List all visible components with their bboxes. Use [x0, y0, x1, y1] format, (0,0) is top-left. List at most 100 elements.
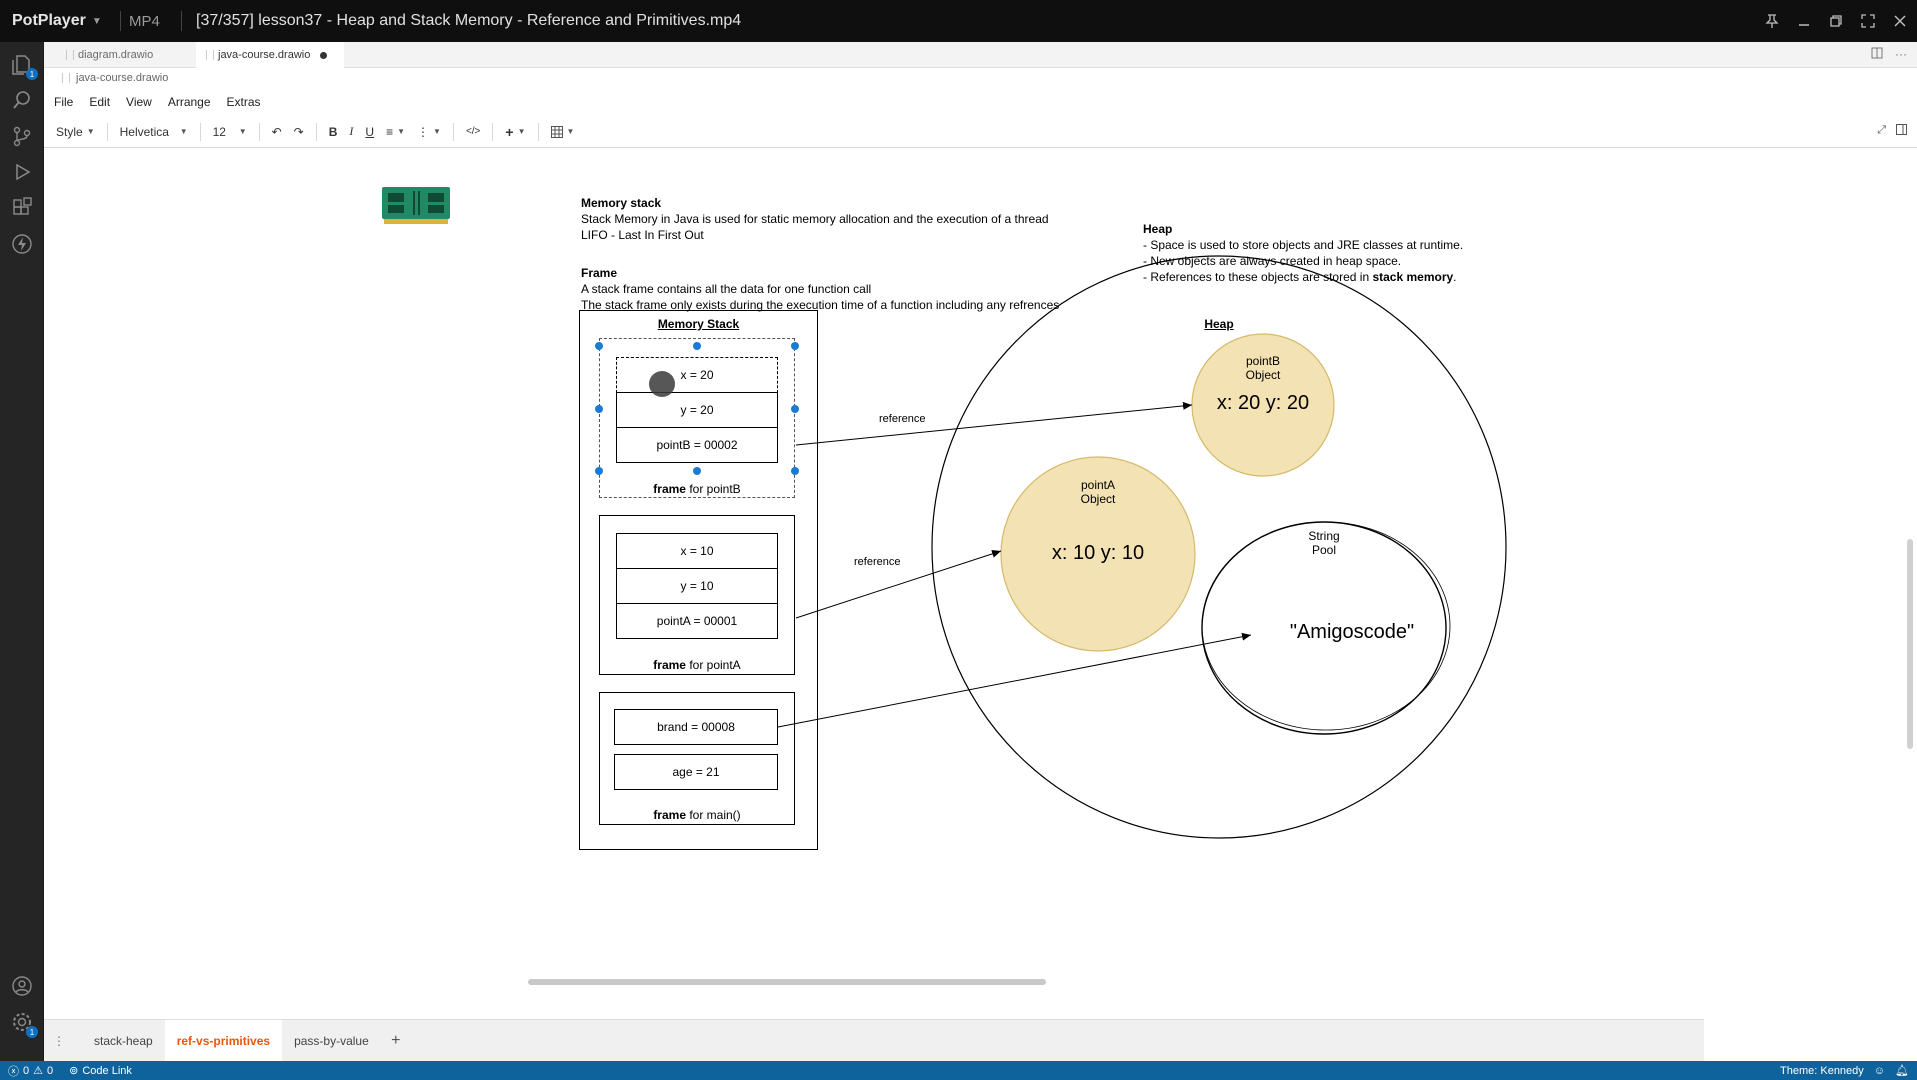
menu-extras[interactable]: Extras	[227, 95, 261, 109]
pointA-object-label: pointA Object	[1059, 478, 1137, 506]
font-size-dropdown[interactable]: 12 ▼	[207, 125, 253, 139]
object-label-line: Object	[1080, 492, 1116, 506]
lightning-icon[interactable]	[10, 232, 34, 256]
menu-arrange[interactable]: Arrange	[168, 95, 211, 109]
search-icon[interactable]	[10, 88, 34, 112]
fit-page-icon[interactable]: ⤢	[1877, 124, 1886, 138]
explorer-icon[interactable]: 1	[10, 52, 38, 80]
divider	[106, 122, 108, 141]
pages-menu-icon[interactable]: ⋮	[44, 1034, 74, 1048]
menu-edit[interactable]: Edit	[89, 95, 110, 109]
problems-indicator[interactable]: ⓧ 0 ⚠ 0	[0, 1063, 61, 1079]
horizontal-scrollbar[interactable]	[528, 979, 1046, 985]
source-control-icon[interactable]	[10, 124, 34, 148]
page-tab-ref-vs-primitives[interactable]: ref-vs-primitives	[164, 1019, 283, 1062]
unsaved-dot-icon[interactable]	[320, 51, 328, 59]
chevron-down-icon: ▼	[86, 127, 95, 136]
chevron-down-icon: ▼	[91, 15, 102, 27]
insert-plus-icon[interactable]: + ▼	[499, 124, 531, 140]
divider	[537, 122, 539, 141]
string-pool-value: "Amigoscode"	[1289, 621, 1415, 643]
notifications-bell-icon[interactable]: 🔔︎	[1895, 1064, 1909, 1077]
chevron-down-icon: ▼	[566, 127, 575, 136]
pin-icon[interactable]	[1763, 12, 1781, 30]
table-icon[interactable]: ▼	[545, 125, 581, 138]
error-icon: ⓧ	[8, 1065, 19, 1078]
align-icon[interactable]: ≡ ▼	[380, 125, 411, 139]
breadcrumb[interactable]: java-course.drawio	[62, 72, 168, 84]
redo-icon[interactable]: ↷	[288, 125, 310, 139]
divider	[258, 122, 260, 141]
minimize-icon[interactable]	[1795, 12, 1813, 30]
window-title: [37/357] lesson37 - Heap and Stack Memor…	[196, 12, 742, 29]
object-label-line: pointA	[1080, 478, 1116, 492]
file-icon	[206, 50, 214, 60]
activity-bar: 1 1	[0, 42, 44, 1061]
more-actions-icon[interactable]: ···	[1895, 47, 1907, 62]
editor-tabs: diagram.drawio java-course.drawio ···	[44, 42, 1917, 68]
potplayer-window: PotPlayer ▼ MP4 [37/357] lesson37 - Heap…	[0, 0, 1917, 1080]
format-toolbar: Style ▼ Helvetica ▼ 12 ▼ ↶ ↷ B I U ≡ ▼ ⋮ ▼…	[44, 116, 1917, 148]
app-name: PotPlayer	[12, 12, 86, 29]
toolbar-right: ⤢	[1877, 124, 1907, 138]
menu-bar: File Edit View Arrange Extras	[44, 90, 1917, 114]
editor-area: diagram.drawio java-course.drawio ··· ja…	[44, 42, 1917, 1062]
object-label-line: Object	[1245, 368, 1281, 382]
pointB-object-value: x: 20 y: 20	[1216, 392, 1310, 414]
divider	[120, 11, 121, 31]
theme-label[interactable]: Theme: Kennedy	[1780, 1065, 1864, 1077]
app-menu-button[interactable]: PotPlayer ▼	[0, 12, 112, 30]
bold-icon[interactable]: B	[323, 125, 344, 139]
style-dropdown[interactable]: Style ▼	[44, 125, 101, 139]
reference-label: reference	[879, 413, 926, 425]
format-label: MP4	[129, 12, 160, 30]
page-tabs-bar: ⋮ stack-heap ref-vs-primitives pass-by-v…	[44, 1019, 1917, 1062]
feedback-icon[interactable]: ☺	[1874, 1065, 1885, 1077]
font-dropdown[interactable]: Helvetica ▼	[114, 125, 194, 139]
diagram-canvas[interactable]: Memory stack Stack Memory in Java is use…	[44, 149, 1917, 1019]
reference-arrow	[795, 401, 1193, 446]
divider	[315, 122, 317, 141]
menu-view[interactable]: View	[126, 95, 152, 109]
vertical-align-icon[interactable]: ⋮ ▼	[411, 125, 447, 139]
add-page-icon[interactable]: +	[381, 1032, 411, 1050]
split-editor-icon[interactable]	[1871, 47, 1883, 62]
vertical-scrollbar[interactable]	[1907, 539, 1913, 749]
warning-icon: ⚠	[33, 1065, 43, 1077]
close-icon[interactable]	[1891, 12, 1909, 30]
divider	[492, 122, 494, 141]
italic-icon[interactable]: I	[343, 124, 359, 139]
fullscreen-icon[interactable]	[1859, 12, 1877, 30]
chevron-down-icon: ▼	[433, 127, 441, 136]
font-value: Helvetica	[119, 124, 169, 139]
run-debug-icon[interactable]	[10, 160, 34, 184]
format-panel-icon[interactable]	[1896, 124, 1907, 138]
menu-file[interactable]: File	[54, 95, 73, 109]
tab-diagram[interactable]: diagram.drawio	[56, 42, 196, 68]
string-pool-label: String Pool	[1284, 529, 1364, 557]
font-size-value: 12	[212, 124, 226, 139]
page-tab-stack-heap[interactable]: stack-heap	[82, 1020, 165, 1062]
divider	[181, 11, 182, 31]
style-label: Style	[56, 124, 83, 139]
settings-gear-icon[interactable]: 1	[10, 1010, 38, 1038]
code-icon[interactable]: </>	[460, 126, 486, 137]
chevron-down-icon: ▼	[517, 127, 526, 136]
extensions-icon[interactable]	[10, 196, 34, 220]
warning-count: 0	[47, 1064, 54, 1077]
tab-label: diagram.drawio	[78, 49, 154, 61]
page-tab-pass-by-value[interactable]: pass-by-value	[282, 1020, 381, 1062]
reference-arrow	[777, 632, 1252, 728]
underline-icon[interactable]: U	[359, 125, 380, 139]
undo-icon[interactable]: ↶	[266, 125, 288, 139]
page-tabs: ⋮ stack-heap ref-vs-primitives pass-by-v…	[44, 1019, 1704, 1062]
account-icon[interactable]	[10, 974, 34, 998]
restore-icon[interactable]	[1827, 12, 1845, 30]
tab-java-course[interactable]: java-course.drawio	[196, 42, 344, 68]
badge: 1	[26, 1026, 38, 1038]
object-label-line: pointB	[1245, 354, 1281, 368]
title-bar: PotPlayer ▼ MP4 [37/357] lesson37 - Heap…	[0, 0, 1917, 42]
breadcrumb-file: java-course.drawio	[76, 72, 169, 84]
pointB-object-label: pointB Object	[1224, 354, 1302, 382]
code-link-item[interactable]: ⊚ Code Link	[61, 1064, 140, 1078]
